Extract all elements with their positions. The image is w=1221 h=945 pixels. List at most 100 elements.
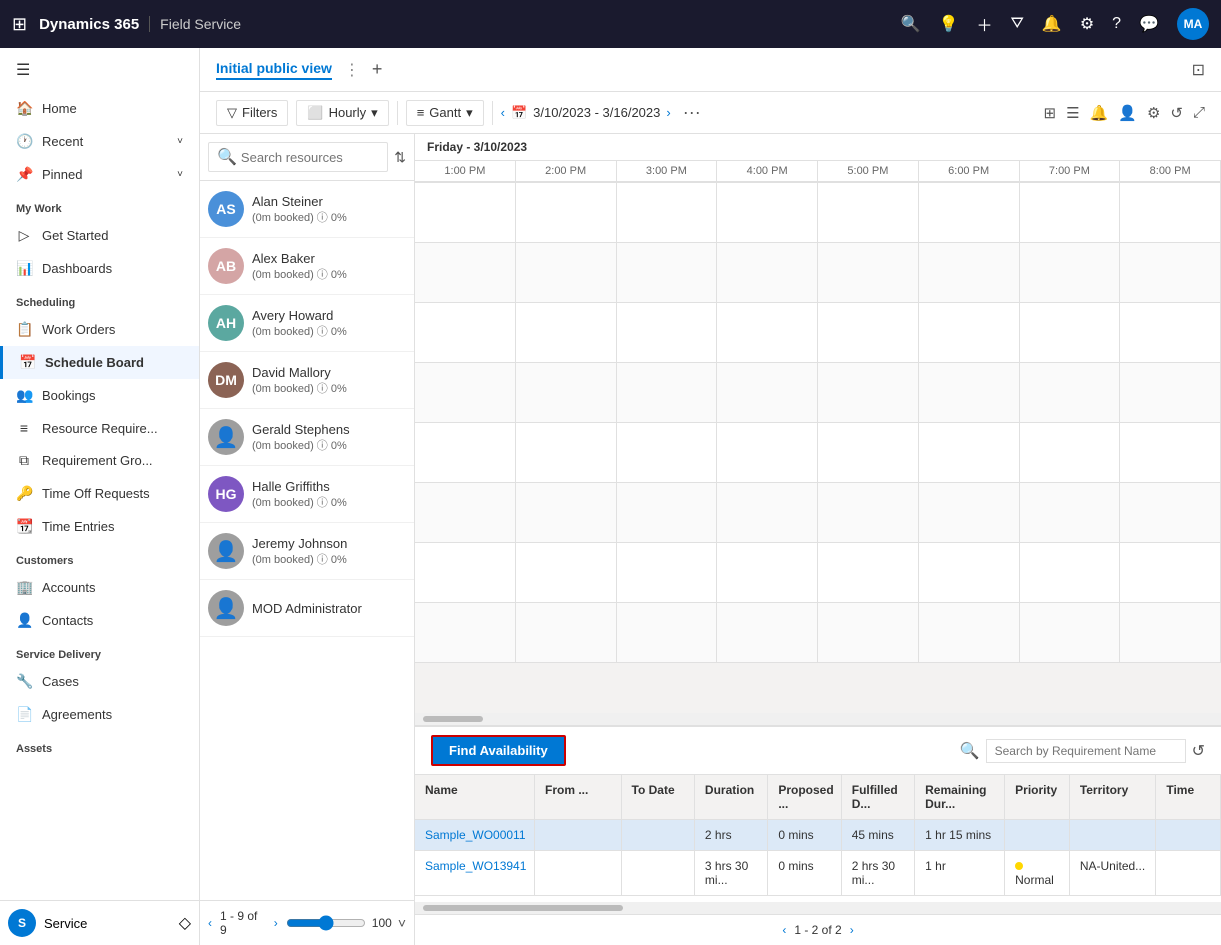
- more-options-icon[interactable]: ···: [679, 102, 705, 123]
- gantt-cell: [818, 603, 919, 662]
- resource-item[interactable]: AH Avery Howard (0m booked) ⓘ 0%: [200, 295, 414, 352]
- resource-meta: (0m booked) ⓘ 0%: [252, 437, 350, 453]
- sidebar-item-dashboards[interactable]: 📊 Dashboards: [0, 252, 199, 285]
- help-icon[interactable]: ?: [1112, 15, 1121, 33]
- sidebar-item-work-orders[interactable]: 📋 Work Orders: [0, 313, 199, 346]
- prev-date-button[interactable]: ‹: [501, 105, 505, 120]
- sort-icon[interactable]: ⇅: [394, 149, 406, 166]
- next-page-button[interactable]: ›: [850, 923, 854, 937]
- sidebar-item-get-started[interactable]: ▷ Get Started: [0, 219, 199, 252]
- resource-item[interactable]: AS Alan Steiner (0m booked) ⓘ 0%: [200, 181, 414, 238]
- gantt-cell: [1120, 363, 1221, 422]
- sidebar-item-accounts[interactable]: 🏢 Accounts: [0, 571, 199, 604]
- search-resources-input[interactable]: [241, 150, 379, 165]
- resource-meta: (0m booked) ⓘ 0%: [252, 266, 347, 282]
- resource-item[interactable]: 👤 MOD Administrator: [200, 580, 414, 637]
- column-header-todate[interactable]: To Date: [622, 775, 695, 819]
- resource-item[interactable]: 👤 Jeremy Johnson (0m booked) ⓘ 0%: [200, 523, 414, 580]
- gantt-cell: [516, 183, 617, 242]
- resource-item[interactable]: DM David Mallory (0m booked) ⓘ 0%: [200, 352, 414, 409]
- search-icon[interactable]: 🔍: [901, 14, 921, 34]
- sidebar-item-home[interactable]: 🏠 Home: [0, 92, 199, 125]
- gantt-cell: [516, 363, 617, 422]
- settings-icon[interactable]: ⚙: [1147, 104, 1160, 122]
- column-header-territory[interactable]: Territory: [1070, 775, 1157, 819]
- refresh-icon[interactable]: ↺: [1192, 741, 1205, 761]
- gantt-cell: [717, 423, 818, 482]
- column-header-name[interactable]: Name: [415, 775, 535, 819]
- list-view-icon[interactable]: ☰: [1066, 104, 1079, 122]
- resource-info: Gerald Stephens (0m booked) ⓘ 0%: [252, 422, 350, 453]
- gantt-row: [415, 483, 1221, 543]
- bell-icon[interactable]: 🔔: [1042, 14, 1062, 34]
- sidebar-bottom-item[interactable]: S Service ◇: [0, 900, 199, 945]
- settings-icon[interactable]: ⚙: [1080, 14, 1094, 34]
- next-date-button[interactable]: ›: [666, 105, 670, 120]
- prev-page-button[interactable]: ‹: [782, 923, 786, 937]
- view-title[interactable]: Initial public view: [216, 60, 332, 80]
- filter-icon[interactable]: ⛛: [1010, 15, 1023, 33]
- waffle-icon[interactable]: ⊞: [12, 14, 27, 35]
- chat-icon[interactable]: 💬: [1139, 14, 1159, 34]
- sidebar-item-agreements[interactable]: 📄 Agreements: [0, 698, 199, 731]
- bottom-scrollbar[interactable]: [415, 902, 1221, 914]
- column-header-proposed[interactable]: Proposed ...: [768, 775, 841, 819]
- requirement-link[interactable]: Sample_WO13941: [425, 859, 526, 873]
- zoom-slider[interactable]: [286, 915, 366, 931]
- sidebar-item-bookings[interactable]: 👥 Bookings: [0, 379, 199, 412]
- chevron-down-icon: ▾: [371, 105, 378, 121]
- sidebar-item-contacts[interactable]: 👤 Contacts: [0, 604, 199, 637]
- board-view-icon[interactable]: ⊞: [1044, 104, 1057, 122]
- column-header-time[interactable]: Time: [1156, 775, 1221, 819]
- gantt-cell: [1120, 423, 1221, 482]
- next-page-button[interactable]: ›: [274, 916, 278, 930]
- sidebar-item-cases[interactable]: 🔧 Cases: [0, 665, 199, 698]
- column-header-remaining[interactable]: Remaining Dur...: [915, 775, 1005, 819]
- sidebar-item-pinned[interactable]: 📌 Pinned ˅: [0, 158, 199, 191]
- resource-item[interactable]: AB Alex Baker (0m booked) ⓘ 0%: [200, 238, 414, 295]
- plus-icon[interactable]: ＋: [976, 12, 992, 36]
- sidebar-toggle[interactable]: ☰: [0, 48, 199, 92]
- hourly-button[interactable]: ⬜ Hourly ▾: [296, 100, 388, 126]
- avatar[interactable]: MA: [1177, 8, 1209, 40]
- prev-page-button[interactable]: ‹: [208, 916, 212, 930]
- sidebar-item-recent[interactable]: 🕐 Recent ˅: [0, 125, 199, 158]
- resource-item[interactable]: 👤 Gerald Stephens (0m booked) ⓘ 0%: [200, 409, 414, 466]
- sidebar-item-label: Resource Require...: [42, 421, 158, 436]
- requirement-link[interactable]: Sample_WO00011: [425, 828, 526, 842]
- gantt-cell: [717, 543, 818, 602]
- requirement-search-input[interactable]: [986, 739, 1186, 763]
- refresh-icon[interactable]: ↺: [1170, 104, 1183, 122]
- sidebar-item-requirement-groups[interactable]: ⧉ Requirement Gro...: [0, 444, 199, 477]
- fullscreen-icon[interactable]: ⤢: [1193, 104, 1205, 121]
- search-input-wrapper[interactable]: 🔍: [208, 142, 388, 172]
- column-header-fulfilled[interactable]: Fulfilled D...: [842, 775, 915, 819]
- cell-name: Sample_WO13941: [415, 851, 535, 895]
- column-header-priority[interactable]: Priority: [1005, 775, 1070, 819]
- filters-button[interactable]: ▽ Filters: [216, 100, 288, 126]
- find-availability-button[interactable]: Find Availability: [431, 735, 566, 766]
- resource-meta: (0m booked) ⓘ 0%: [252, 494, 347, 510]
- sidebar-item-time-off-requests[interactable]: 🔑 Time Off Requests: [0, 477, 199, 510]
- column-header-duration[interactable]: Duration: [695, 775, 768, 819]
- sidebar-item-resource-requirements[interactable]: ≡ Resource Require...: [0, 412, 199, 444]
- bookings-icon: 👥: [16, 387, 32, 404]
- top-nav-icons: 🔍 💡 ＋ ⛛ 🔔 ⚙ ? 💬 MA: [901, 8, 1209, 40]
- expand-icon[interactable]: ˅: [398, 915, 406, 931]
- sidebar-item-schedule-board[interactable]: 📅 Schedule Board: [0, 346, 199, 379]
- resource-item[interactable]: HG Halle Griffiths (0m booked) ⓘ 0%: [200, 466, 414, 523]
- options-icon[interactable]: ⋮: [344, 60, 360, 80]
- table-row[interactable]: Sample_WO00011 2 hrs 0 mins 45 mins 1 hr…: [415, 820, 1221, 851]
- add-view-button[interactable]: +: [372, 59, 383, 80]
- people-icon[interactable]: 👤: [1118, 104, 1137, 122]
- table-row[interactable]: Sample_WO13941 3 hrs 30 mi... 0 mins 2 h…: [415, 851, 1221, 896]
- column-header-from[interactable]: From ...: [535, 775, 622, 819]
- section-label-customers: Customers: [0, 543, 199, 571]
- expand-icon[interactable]: ⊡: [1192, 60, 1205, 80]
- gantt-scrollbar[interactable]: [415, 713, 1221, 725]
- alerts-icon[interactable]: 🔔: [1090, 104, 1109, 122]
- scrollbar-thumb: [423, 716, 483, 722]
- sidebar-item-time-entries[interactable]: 📆 Time Entries: [0, 510, 199, 543]
- gantt-button[interactable]: ≡ Gantt ▾: [406, 100, 484, 126]
- lightbulb-icon[interactable]: 💡: [939, 14, 959, 34]
